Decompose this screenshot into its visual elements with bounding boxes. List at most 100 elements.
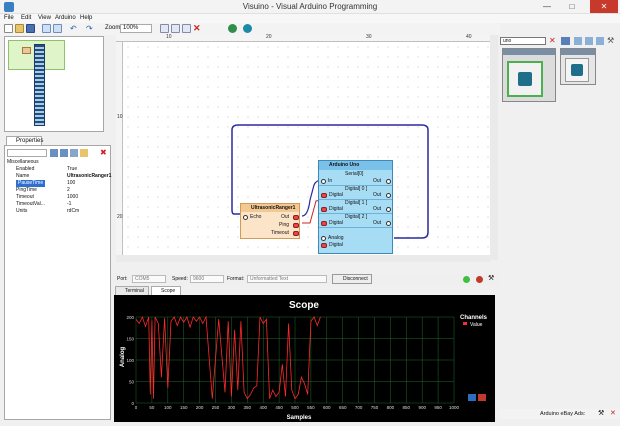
y-tick-label: 50 [129,380,135,385]
speed-label: Speed: [172,276,188,282]
out-pin[interactable] [293,215,299,220]
scope-xlabel: Samples [287,415,312,421]
x-tick-label: 950 [434,405,442,410]
y-tick-label: 200 [126,315,134,320]
x-tick-label: 400 [259,405,267,410]
ping-label: Ping [279,222,290,228]
scope-ylabel: Analog [120,347,126,368]
arduino-uno-component[interactable]: Arduino Uno Serial[0] In Out Digital[ 0 … [318,160,393,254]
in-label: In [328,178,333,184]
serial-toolbar: Port: COM5 Speed: 9600 Format: Unformatt… [112,274,500,285]
out-label: Out [373,178,382,184]
palette-group-header [503,49,555,55]
out-label: Out [281,214,290,220]
x-tick-label: 250 [212,405,220,410]
scope-panel: Scope Analog Samples Channels Value 200 1… [114,295,495,422]
palette-group-boards[interactable] [502,48,556,102]
echo-pin[interactable] [243,215,248,220]
y-tick-label: 100 [126,358,134,363]
ultrasonic-ranger-component[interactable]: UltrasonicRanger1 Echo Out Ping Timeout [240,203,300,239]
digital-out-pin[interactable] [386,207,391,212]
digital-row-2: Digital[ 2 ] Digital Out [319,213,392,227]
scope-title: Scope [289,300,319,311]
timeout-pin[interactable] [293,231,299,236]
bottom-tabs: Terminal Scope [112,286,500,295]
out-label: Out [373,206,382,212]
digital-out-pin[interactable] [386,193,391,198]
board-icon [571,64,583,76]
digital-out-pin[interactable] [386,221,391,226]
digital-label: Digital [329,192,343,198]
digital-in-pin[interactable] [321,193,327,198]
x-tick-label: 850 [403,405,411,410]
x-tick-label: 100 [164,405,172,410]
port-label: Port: [117,276,128,282]
legend-entry: Value [470,322,483,328]
digital-in-pin[interactable] [321,207,327,212]
palette-collapse-icon[interactable] [585,37,593,45]
component-title: Arduino Uno [319,161,392,170]
x-tick-label: 500 [291,405,299,410]
x-tick-label: 750 [371,405,379,410]
x-tick-label: 50 [149,405,155,410]
x-tick-label: 0 [135,405,138,410]
x-tick-label: 650 [339,405,347,410]
scope-yticks: 200150100500 [126,315,134,406]
speed-select[interactable]: 9600 [190,275,224,283]
palette-settings-icon[interactable] [596,37,604,45]
analog-label: Analog [328,235,344,241]
digital-label: Digital [329,220,343,226]
disconnect-button[interactable]: Disconnect [332,274,372,284]
echo-label: Echo [250,214,262,220]
ping-pin[interactable] [293,223,299,228]
arduino-uno-palette-item[interactable] [507,61,543,97]
x-tick-label: 800 [387,405,395,410]
legend-swatch [463,322,467,325]
ads-label: Arduino eBay Ads: [540,411,586,417]
port-select[interactable]: COM5 [132,275,166,283]
x-tick-label: 350 [244,405,252,410]
record-icon[interactable] [476,276,483,283]
digital-header: Digital[ 1 ] [345,200,368,206]
x-tick-label: 900 [418,405,426,410]
scope-trace [135,315,321,400]
scope-pause-icon[interactable] [468,394,476,401]
serial-in-pin[interactable] [321,179,326,184]
tab-terminal[interactable]: Terminal [115,286,149,295]
palette-group-header [561,49,595,55]
palette-tools-icon[interactable]: ⚒ [607,37,615,45]
digital-label: Digital [329,206,343,212]
y-tick-label: 150 [126,337,134,342]
shield-palette-item[interactable] [565,58,589,82]
x-tick-label: 450 [275,405,283,410]
digital-label: Digital [329,242,343,248]
out-label: Out [373,220,382,226]
x-tick-label: 550 [307,405,315,410]
serial-tools-icon[interactable]: ⚒ [488,275,496,283]
tab-scope[interactable]: Scope [151,286,181,295]
component-palette [500,48,618,102]
out-label: Out [373,192,382,198]
digital-row-0: Digital[ 0 ] Digital Out [319,185,392,199]
scope-clear-icon[interactable] [478,394,486,401]
ads-close-icon[interactable]: ✕ [610,409,616,419]
serial-out-pin[interactable] [386,179,391,184]
ads-bar: Arduino eBay Ads: ⚒ ✕ [500,409,620,419]
palette-view-icon[interactable] [561,37,570,45]
palette-group-shields[interactable] [560,48,596,85]
right-panel [500,102,618,406]
clear-search-icon[interactable]: ✕ [549,37,556,45]
x-tick-label: 700 [355,405,363,410]
analog-digital-pin[interactable] [321,243,327,248]
format-select[interactable]: Unformatted Text [247,275,327,283]
x-tick-label: 300 [228,405,236,410]
format-label: Format: [227,276,245,282]
digital-in-pin[interactable] [321,221,327,226]
analog-in-pin[interactable] [321,236,326,241]
ads-tools-icon[interactable]: ⚒ [598,409,604,419]
palette-search-input[interactable]: uno [500,37,546,45]
palette-expand-icon[interactable] [574,37,582,45]
x-tick-label: 600 [323,405,331,410]
scope-xticks: 0 50 100 150 200 250 300 350 400 450 500 550 600 650 7… [135,405,460,410]
digital-header: Digital[ 2 ] [345,214,368,220]
